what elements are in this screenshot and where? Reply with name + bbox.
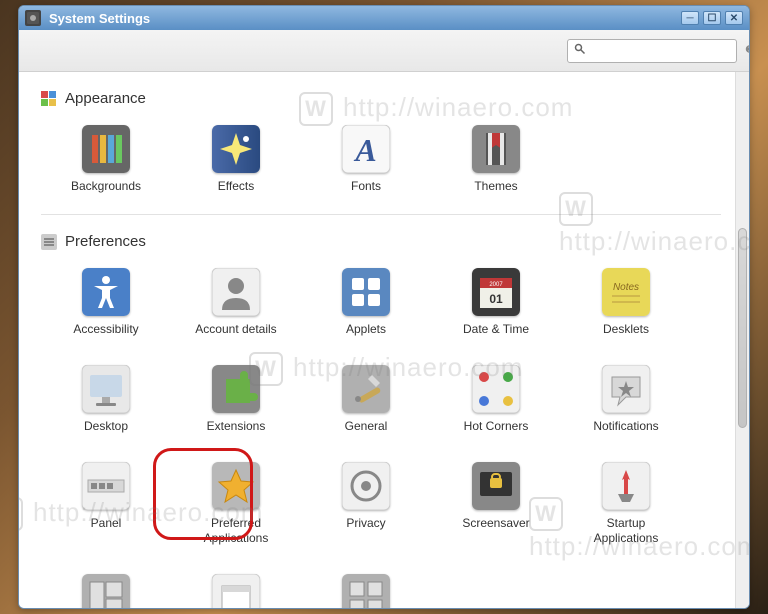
maximize-button[interactable]: ☐ (703, 11, 721, 25)
themes-icon (472, 125, 520, 173)
toolbar (19, 30, 749, 72)
account-icon (212, 268, 260, 316)
setting-label: Privacy (346, 516, 385, 531)
accessibility-icon (82, 268, 130, 316)
setting-datetime[interactable]: 2007 01 Date & Time (431, 268, 561, 337)
hotcorners-icon (472, 365, 520, 413)
window-title: System Settings (49, 11, 681, 26)
setting-label: Extensions (207, 419, 266, 434)
setting-label: Applets (346, 322, 386, 337)
close-button[interactable]: ✕ (725, 11, 743, 25)
setting-preferred[interactable]: Preferred Applications (171, 462, 301, 546)
search-box[interactable] (567, 39, 737, 63)
svg-text:2007: 2007 (489, 282, 503, 288)
setting-label: Panel (91, 516, 122, 531)
setting-label: Notifications (593, 419, 658, 434)
tiling-icon (82, 574, 130, 608)
datetime-icon: 2007 01 (472, 268, 520, 316)
setting-account[interactable]: Account details (171, 268, 301, 337)
effects-icon (212, 125, 260, 173)
svg-text:A: A (353, 132, 376, 168)
fonts-icon: A (342, 125, 390, 173)
minimize-button[interactable]: ─ (681, 11, 699, 25)
extensions-icon (212, 365, 260, 413)
setting-label: Effects (218, 179, 254, 194)
general-icon (342, 365, 390, 413)
backgrounds-icon (82, 125, 130, 173)
setting-screensaver[interactable]: Screensaver (431, 462, 561, 546)
setting-label: Desklets (603, 322, 649, 337)
preferences-section-icon (41, 234, 57, 250)
setting-label: Startup Applications (594, 516, 659, 546)
desktop-icon (82, 365, 130, 413)
section-title: Appearance (65, 90, 146, 107)
setting-hotcorners[interactable]: Hot Corners (431, 365, 561, 434)
content-area: Appearance Backgrounds Effects A Fonts Theme… (19, 72, 749, 608)
setting-themes[interactable]: Themes (431, 125, 561, 194)
setting-startup[interactable]: Startup Applications (561, 462, 691, 546)
setting-desklets[interactable]: Notes Desklets (561, 268, 691, 337)
section-divider (41, 214, 721, 215)
setting-backgrounds[interactable]: Backgrounds (41, 125, 171, 194)
setting-fonts[interactable]: A Fonts (301, 125, 431, 194)
section-title: Preferences (65, 233, 146, 250)
appearance-section-icon (41, 91, 57, 107)
setting-windows[interactable]: Windows (171, 574, 301, 608)
setting-general[interactable]: General (301, 365, 431, 434)
setting-label: Fonts (351, 179, 381, 194)
svg-text:Notes: Notes (613, 282, 639, 293)
screensaver-icon (472, 462, 520, 510)
setting-label: Date & Time (463, 322, 529, 337)
desklets-icon: Notes (602, 268, 650, 316)
privacy-icon (342, 462, 390, 510)
setting-privacy[interactable]: Privacy (301, 462, 431, 546)
setting-label: Backgrounds (71, 179, 141, 194)
setting-tiling[interactable]: Window Tiling (41, 574, 171, 608)
svg-text:01: 01 (489, 292, 503, 306)
workspaces-icon (342, 574, 390, 608)
setting-notifications[interactable]: Notifications (561, 365, 691, 434)
clear-search-icon[interactable] (745, 43, 750, 58)
vertical-scrollbar[interactable] (735, 72, 749, 608)
titlebar[interactable]: System Settings ─ ☐ ✕ (19, 6, 749, 30)
setting-panel[interactable]: Panel (41, 462, 171, 546)
panel-icon (82, 462, 130, 510)
system-settings-window: System Settings ─ ☐ ✕ Appearance (18, 5, 750, 609)
section-preferences-header: Preferences (41, 233, 721, 250)
setting-effects[interactable]: Effects (171, 125, 301, 194)
app-icon (25, 10, 41, 26)
window-controls: ─ ☐ ✕ (681, 11, 743, 25)
setting-label: Account details (195, 322, 276, 337)
scrollbar-thumb[interactable] (738, 228, 747, 428)
setting-applets[interactable]: Applets (301, 268, 431, 337)
setting-label: Accessibility (73, 322, 138, 337)
setting-workspaces[interactable]: Workspaces (301, 574, 431, 608)
search-input[interactable] (590, 44, 745, 58)
search-icon (574, 43, 586, 58)
notifications-icon (602, 365, 650, 413)
setting-label: Hot Corners (464, 419, 529, 434)
setting-extensions[interactable]: Extensions (171, 365, 301, 434)
setting-desktop[interactable]: Desktop (41, 365, 171, 434)
setting-accessibility[interactable]: Accessibility (41, 268, 171, 337)
highlight-ring (153, 448, 253, 540)
setting-label: Themes (474, 179, 517, 194)
setting-label: Screensaver (462, 516, 529, 531)
windows-icon (212, 574, 260, 608)
startup-icon (602, 462, 650, 510)
setting-label: Desktop (84, 419, 128, 434)
setting-label: General (345, 419, 388, 434)
section-appearance-header: Appearance (41, 90, 721, 107)
applets-icon (342, 268, 390, 316)
